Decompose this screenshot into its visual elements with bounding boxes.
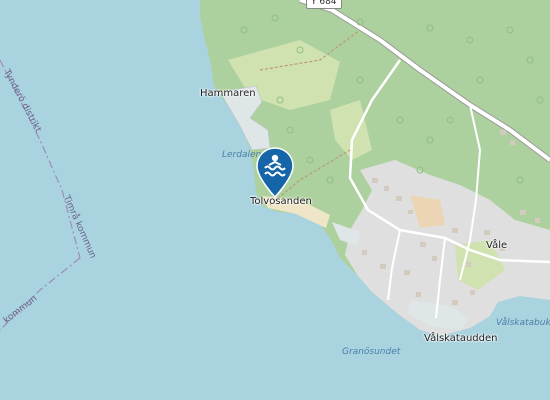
place-label-hammaren: Hammaren (200, 88, 256, 99)
swimming-icon (256, 147, 294, 199)
swimming-location-pin[interactable] (254, 146, 296, 199)
place-label-valskataudden: Vålskataudden (424, 333, 498, 344)
map-viewport[interactable]: Hammaren Tolvosanden Våle Vålskataudden … (0, 0, 550, 400)
place-label-vale: Våle (486, 240, 508, 251)
water-label-granosundet: Granösundet (342, 347, 401, 357)
road-shield: Y 684 (306, 0, 342, 9)
water-label-valskatabukta: Vålskatabukta (496, 318, 550, 328)
